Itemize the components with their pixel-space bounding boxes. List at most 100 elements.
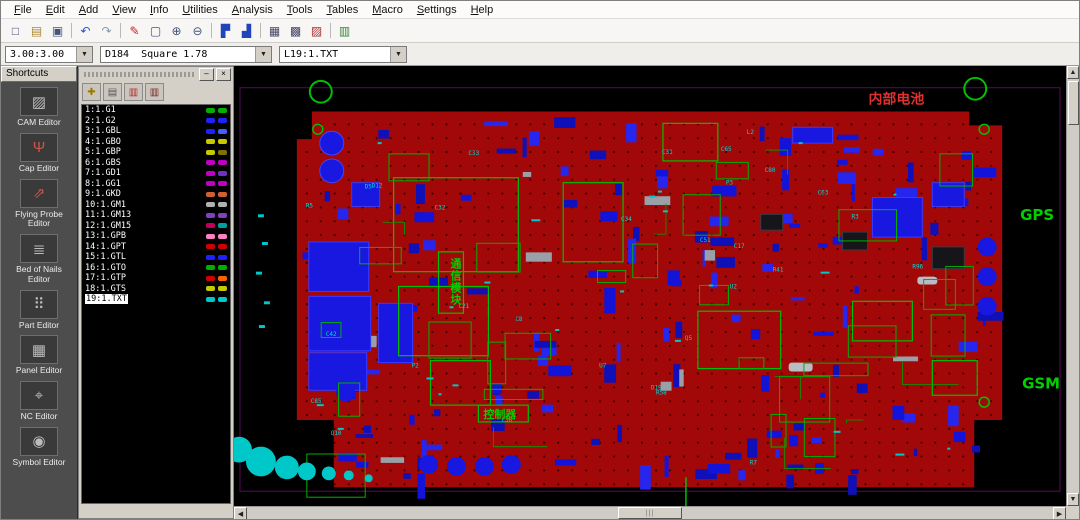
add-layers-icon[interactable]: ✚ — [82, 83, 101, 101]
pcb-canvas[interactable]: C80C8P2R3R5U2C63C33C32Q5D19C21C36C34L2R4… — [234, 66, 1066, 506]
zoom-in-icon[interactable]: ⊕ — [166, 21, 187, 41]
layer-color-chip[interactable] — [206, 286, 215, 292]
layer-color-chip[interactable] — [218, 139, 227, 145]
film-dark-icon[interactable]: ▥ — [145, 83, 164, 101]
layer-color-chip[interactable] — [206, 191, 215, 197]
board-top-view-icon[interactable]: ▛ — [215, 21, 236, 41]
layer-color-chip[interactable] — [206, 254, 215, 260]
layer-row[interactable]: 16:1.GTO — [82, 263, 230, 274]
menu-help[interactable]: Help — [464, 3, 501, 17]
layer-color-chip[interactable] — [218, 149, 227, 155]
layer-color-chip[interactable] — [206, 139, 215, 145]
layer-color-chip[interactable] — [218, 233, 227, 239]
shortcut-item-bed-of-nails-editor[interactable]: ≣ Bed of Nails Editor — [1, 234, 77, 285]
zoom-window-icon[interactable]: ▢ — [145, 21, 166, 41]
scroll-up-icon[interactable]: ▲ — [1067, 66, 1079, 79]
active-layer-combo-arrow-icon[interactable]: ▼ — [390, 46, 406, 62]
menu-view[interactable]: View — [105, 3, 143, 17]
layer-color-chip[interactable] — [206, 170, 215, 176]
open-folder-icon[interactable]: ▤ — [26, 21, 47, 41]
grid-color-icon[interactable]: ▨ — [306, 21, 327, 41]
horizontal-scroll-thumb[interactable]: ||| — [618, 507, 682, 519]
scroll-right-icon[interactable]: ▶ — [1053, 507, 1066, 519]
layer-color-chip[interactable] — [218, 286, 227, 292]
dcode-combo[interactable]: D184 Square 1.78 ▼ — [100, 45, 272, 63]
layer-color-chip[interactable] — [206, 128, 215, 134]
layer-color-chip[interactable] — [218, 254, 227, 260]
shortcut-item-panel-editor[interactable]: ▦ Panel Editor — [1, 335, 77, 376]
board-bottom-view-icon[interactable]: ▟ — [236, 21, 257, 41]
layer-row[interactable]: 1:1.G1 — [82, 105, 230, 116]
layer-row[interactable]: 2:1.G2 — [82, 116, 230, 127]
zoom-out-icon[interactable]: ⊖ — [187, 21, 208, 41]
layer-color-chip[interactable] — [218, 128, 227, 134]
layer-color-chip[interactable] — [206, 212, 215, 218]
layer-color-chip[interactable] — [218, 244, 227, 250]
layer-color-chip[interactable] — [218, 191, 227, 197]
layer-color-chip[interactable] — [206, 296, 215, 302]
redline-icon[interactable]: ✎ — [124, 21, 145, 41]
layer-color-chip[interactable] — [218, 170, 227, 176]
layer-row[interactable]: 6:1.GBS — [82, 158, 230, 169]
vertical-scroll-thumb[interactable] — [1068, 81, 1079, 125]
layer-color-chip[interactable] — [218, 118, 227, 124]
layer-row[interactable]: 14:1.GPT — [82, 242, 230, 253]
scroll-left-icon[interactable]: ◀ — [234, 507, 247, 519]
shortcut-item-cap-editor[interactable]: Ψ Cap Editor — [1, 132, 77, 174]
layer-row[interactable]: 9:1.GKD — [82, 189, 230, 200]
macro-film-icon[interactable]: ▥ — [334, 21, 355, 41]
layer-color-chip[interactable] — [218, 296, 227, 302]
menu-tables[interactable]: Tables — [319, 3, 365, 17]
save-icon[interactable]: ▣ — [47, 21, 68, 41]
menu-edit[interactable]: Edit — [39, 3, 72, 17]
active-layer-combo[interactable]: L19:1.TXT ▼ — [279, 45, 407, 63]
layer-color-chip[interactable] — [206, 107, 215, 113]
grid-dots-icon[interactable]: ▦ — [264, 21, 285, 41]
layer-row[interactable]: 15:1.GTL — [82, 252, 230, 263]
horizontal-scroll-track[interactable]: ||| — [247, 507, 1053, 519]
layer-color-chip[interactable] — [206, 244, 215, 250]
layer-color-chip[interactable] — [218, 107, 227, 113]
layer-color-chip[interactable] — [218, 181, 227, 187]
layers-panel-close-button[interactable]: × — [216, 68, 231, 81]
new-file-icon[interactable]: □ — [5, 21, 26, 41]
layer-color-chip[interactable] — [206, 149, 215, 155]
layer-color-chip[interactable] — [206, 233, 215, 239]
layer-color-chip[interactable] — [218, 212, 227, 218]
layer-row[interactable]: 19:1.TXT — [82, 294, 230, 305]
layers-panel-minimize-button[interactable]: – — [199, 68, 214, 81]
undo-icon[interactable]: ↶ — [75, 21, 96, 41]
shortcut-item-symbol-editor[interactable]: ◉ Symbol Editor — [1, 426, 77, 468]
menu-analysis[interactable]: Analysis — [225, 3, 280, 17]
layer-row[interactable]: 18:1.GTS — [82, 284, 230, 295]
layer-color-chip[interactable] — [218, 223, 227, 229]
menu-info[interactable]: Info — [143, 3, 175, 17]
layer-color-chip[interactable] — [218, 265, 227, 271]
layer-color-chip[interactable] — [218, 275, 227, 281]
menu-file[interactable]: File — [7, 3, 39, 17]
layer-row[interactable]: 13:1.GPB — [82, 231, 230, 242]
layer-color-chip[interactable] — [206, 160, 215, 166]
shortcut-item-part-editor[interactable]: ⠿ Part Editor — [1, 289, 77, 331]
grid-combo-arrow-icon[interactable]: ▼ — [76, 46, 92, 62]
layer-color-chip[interactable] — [206, 181, 215, 187]
vertical-scrollbar[interactable]: ▲ ▼ — [1066, 66, 1079, 506]
layer-row[interactable]: 11:1.GM13 — [82, 210, 230, 221]
layer-color-chip[interactable] — [206, 118, 215, 124]
layer-row[interactable]: 3:1.GBL — [82, 126, 230, 137]
layer-color-chip[interactable] — [218, 202, 227, 208]
dcode-combo-arrow-icon[interactable]: ▼ — [255, 46, 271, 62]
layer-color-chip[interactable] — [206, 202, 215, 208]
layer-color-chip[interactable] — [206, 223, 215, 229]
horizontal-scrollbar[interactable]: ◀ ||| ▶ — [234, 506, 1066, 519]
shortcut-item-cam-editor[interactable]: ▨ CAM Editor — [1, 87, 77, 128]
film-red-icon[interactable]: ▥ — [124, 83, 143, 101]
layer-row[interactable]: 17:1.GTP — [82, 273, 230, 284]
layer-row[interactable]: 4:1.GBO — [82, 137, 230, 148]
grid-lines-icon[interactable]: ▩ — [285, 21, 306, 41]
layer-color-chip[interactable] — [218, 160, 227, 166]
layer-row[interactable]: 5:1.GBP — [82, 147, 230, 158]
shortcut-item-nc-editor[interactable]: ⌖ NC Editor — [1, 381, 77, 422]
film-box-icon[interactable]: ▤ — [103, 83, 122, 101]
shortcut-item-flying-probe-editor[interactable]: ⇗ Flying Probe Editor — [1, 178, 77, 230]
